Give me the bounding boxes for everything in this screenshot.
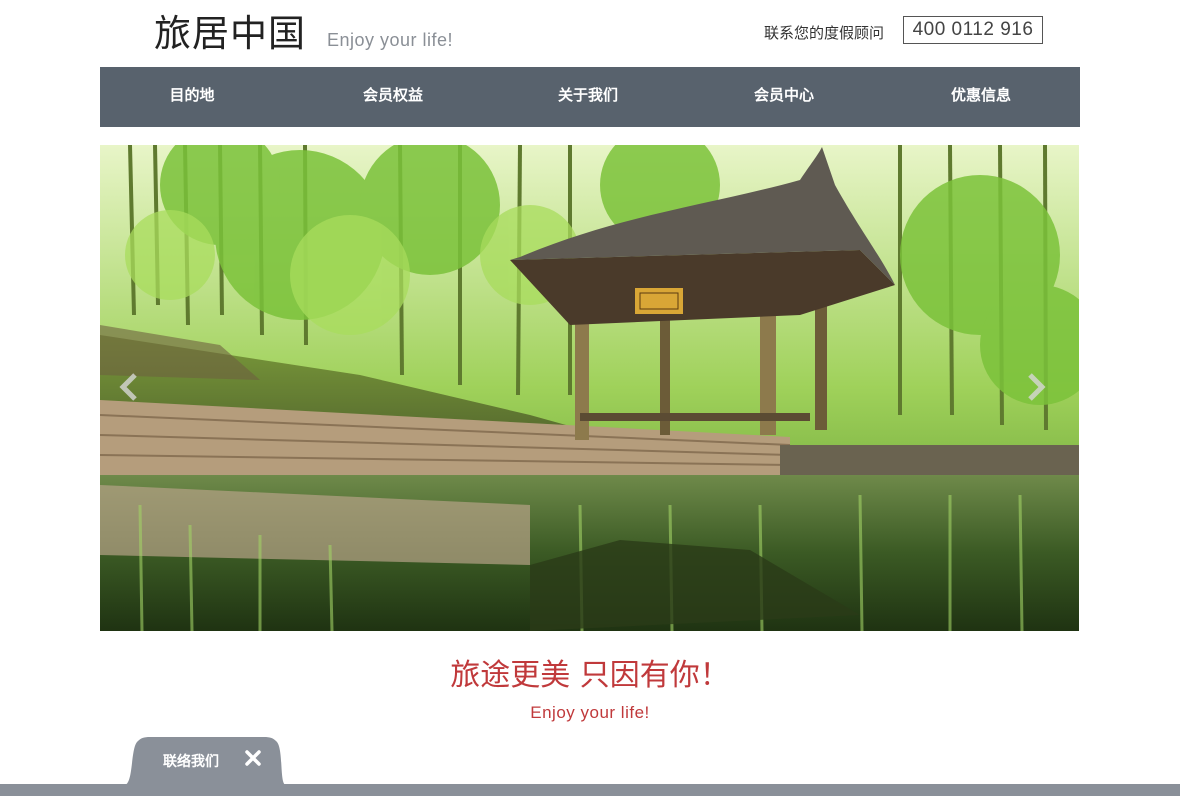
nav-item-destinations[interactable]: 目的地 [100, 67, 284, 127]
contact-us-tab[interactable]: 联络我们 [124, 737, 286, 785]
nav-item-promotions[interactable]: 优惠信息 [882, 67, 1080, 127]
hero-carousel[interactable] [100, 145, 1079, 631]
carousel-prev-button[interactable] [117, 372, 143, 402]
phone-number: 400 0112 916 [903, 16, 1043, 44]
contact-advisor-label: 联系您的度假顾问 [764, 25, 885, 42]
logo-tagline: Enjoy your life! [327, 30, 454, 50]
chevron-right-icon [1028, 373, 1046, 401]
hero-image [100, 145, 1079, 631]
main-tagline-sub: Enjoy your life! [530, 703, 650, 722]
nav-item-about-us[interactable]: 关于我们 [490, 67, 686, 127]
main-tagline: 旅途更美 只因有你！ [450, 658, 730, 693]
close-icon[interactable] [244, 749, 262, 767]
main-nav: 目的地 会员权益 关于我们 会员中心 优惠信息 [100, 67, 1080, 127]
nav-item-member-benefits[interactable]: 会员权益 [293, 67, 493, 127]
header: 旅居中国 Enjoy your life! 联系您的度假顾问 400 0112 … [0, 0, 1180, 67]
site-logo[interactable]: 旅居中国 [154, 12, 306, 56]
chevron-left-icon [119, 373, 137, 401]
nav-item-member-center[interactable]: 会员中心 [685, 67, 883, 127]
carousel-next-button[interactable] [1022, 372, 1048, 402]
contact-us-label: 联络我们 [163, 753, 219, 769]
footer-bar [0, 784, 1180, 796]
